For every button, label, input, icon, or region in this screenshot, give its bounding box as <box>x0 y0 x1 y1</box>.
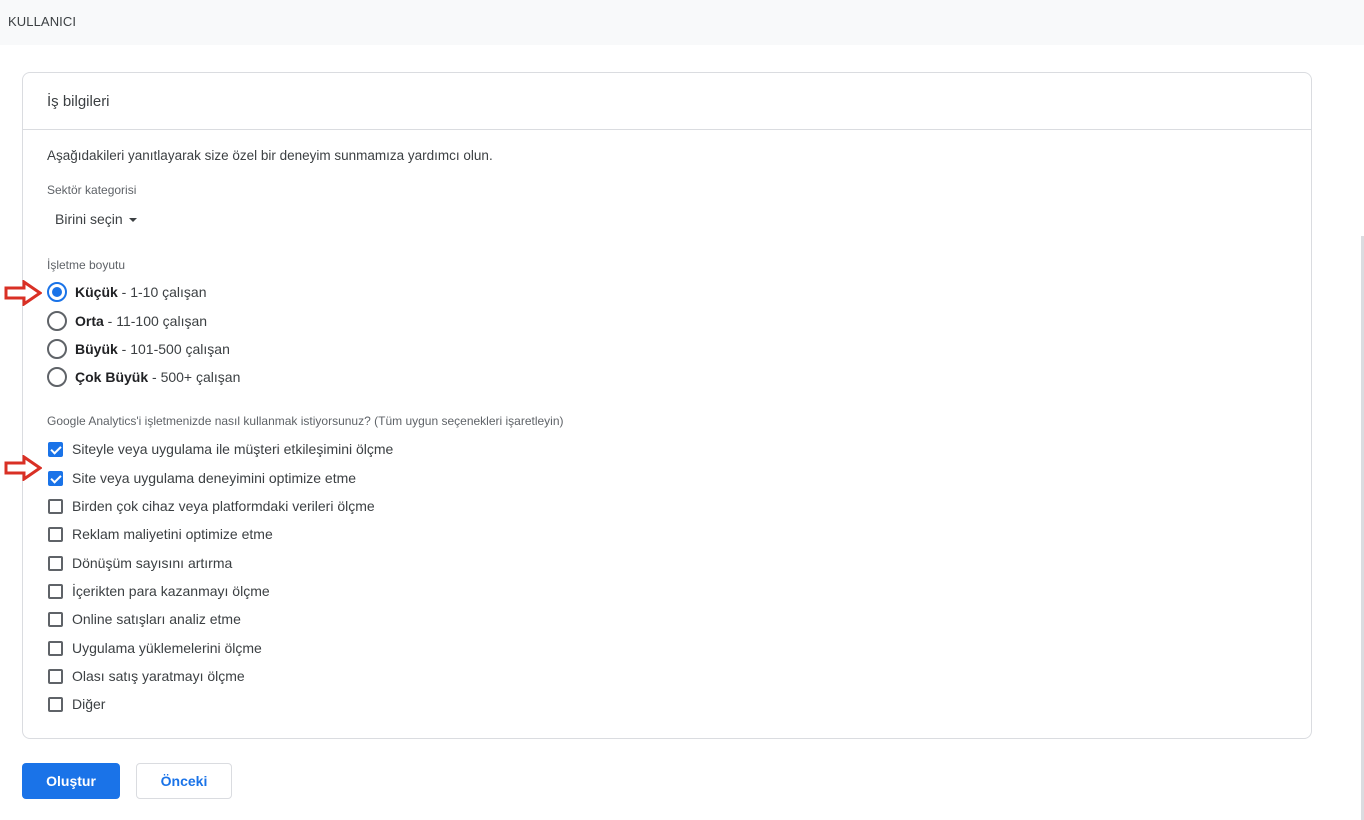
card-header: İş bilgileri <box>23 73 1311 130</box>
size-option-detail: - 11-100 çalışan <box>103 313 208 329</box>
size-option-name: Çok Büyük <box>75 369 149 385</box>
usage-option[interactable]: Reklam maliyetini optimize etme <box>48 524 273 544</box>
business-size-label: İşletme boyutu <box>47 258 126 272</box>
usage-option[interactable]: Uygulama yüklemelerini ölçme <box>48 638 262 658</box>
annotation-arrow-icon <box>4 280 42 306</box>
size-option-detail: - 1-10 çalışan <box>117 284 207 300</box>
usage-option-label: Birden çok cihaz veya platformdaki veril… <box>72 498 375 514</box>
checkbox[interactable] <box>48 611 63 627</box>
checkbox[interactable] <box>48 470 63 486</box>
size-option-detail: - 101-500 çalışan <box>117 341 230 357</box>
size-option-name: Küçük <box>75 284 118 300</box>
sector-label: Sektör kategorisi <box>47 183 137 197</box>
usage-option[interactable]: Diğer <box>48 694 105 714</box>
radio-button[interactable] <box>47 367 67 387</box>
usage-option-label: İçerikten para kazanmayı ölçme <box>72 583 270 599</box>
size-option-large[interactable]: Büyük - 101-500 çalışan <box>47 338 230 360</box>
checkbox[interactable] <box>48 668 63 684</box>
usage-option[interactable]: Siteyle veya uygulama ile müşteri etkile… <box>48 439 393 459</box>
checkbox[interactable] <box>48 498 63 514</box>
usage-option[interactable]: İçerikten para kazanmayı ölçme <box>48 581 270 601</box>
checkbox[interactable] <box>48 441 63 457</box>
top-bar: KULLANICI <box>0 0 1364 45</box>
usage-option-label: Olası satış yaratmayı ölçme <box>72 668 245 684</box>
create-button[interactable]: Oluştur <box>22 763 120 799</box>
checkbox[interactable] <box>48 555 63 571</box>
radio-button[interactable] <box>47 311 67 331</box>
usage-option-label: Dönüşüm sayısını artırma <box>72 555 233 571</box>
sector-dropdown[interactable]: Birini seçin <box>55 211 137 227</box>
usage-option[interactable]: Site veya uygulama deneyimini optimize e… <box>48 468 356 488</box>
checkbox[interactable] <box>48 526 63 542</box>
usage-option-label: Online satışları analiz etme <box>72 611 241 627</box>
radio-button[interactable] <box>47 339 67 359</box>
size-option-small[interactable]: Küçük - 1-10 çalışan <box>47 281 207 303</box>
checkbox[interactable] <box>48 640 63 656</box>
size-option-very-large[interactable]: Çok Büyük - 500+ çalışan <box>47 366 240 388</box>
intro-text: Aşağıdakileri yanıtlayarak size özel bir… <box>47 148 493 163</box>
usage-option[interactable]: Olası satış yaratmayı ölçme <box>48 666 245 686</box>
checkbox[interactable] <box>48 583 63 599</box>
usage-question-label: Google Analytics'i işletmenizde nasıl ku… <box>47 414 564 428</box>
business-info-card: İş bilgileri Aşağıdakileri yanıtlayarak … <box>22 72 1312 739</box>
annotation-arrow-icon <box>4 455 42 481</box>
usage-option[interactable]: Online satışları analiz etme <box>48 609 241 629</box>
usage-option-label: Site veya uygulama deneyimini optimize e… <box>72 470 357 486</box>
page-title: KULLANICI <box>8 14 77 29</box>
usage-option-label: Reklam maliyetini optimize etme <box>72 526 273 542</box>
usage-option[interactable]: Birden çok cihaz veya platformdaki veril… <box>48 496 375 516</box>
usage-option-label: Diğer <box>72 696 106 712</box>
size-option-name: Orta <box>75 313 104 329</box>
radio-button[interactable] <box>47 282 67 302</box>
checkbox[interactable] <box>48 696 63 712</box>
usage-option-label: Siteyle veya uygulama ile müşteri etkile… <box>72 441 394 457</box>
size-option-detail: - 500+ çalışan <box>148 369 241 385</box>
sector-dropdown-value: Birini seçin <box>55 211 123 227</box>
card-title: İş bilgileri <box>47 93 110 110</box>
usage-option[interactable]: Dönüşüm sayısını artırma <box>48 553 232 573</box>
previous-button[interactable]: Önceki <box>136 763 232 799</box>
size-option-name: Büyük <box>75 341 118 357</box>
usage-option-label: Uygulama yüklemelerini ölçme <box>72 640 262 656</box>
caret-down-icon <box>128 218 137 222</box>
size-option-medium[interactable]: Orta - 11-100 çalışan <box>47 310 207 332</box>
